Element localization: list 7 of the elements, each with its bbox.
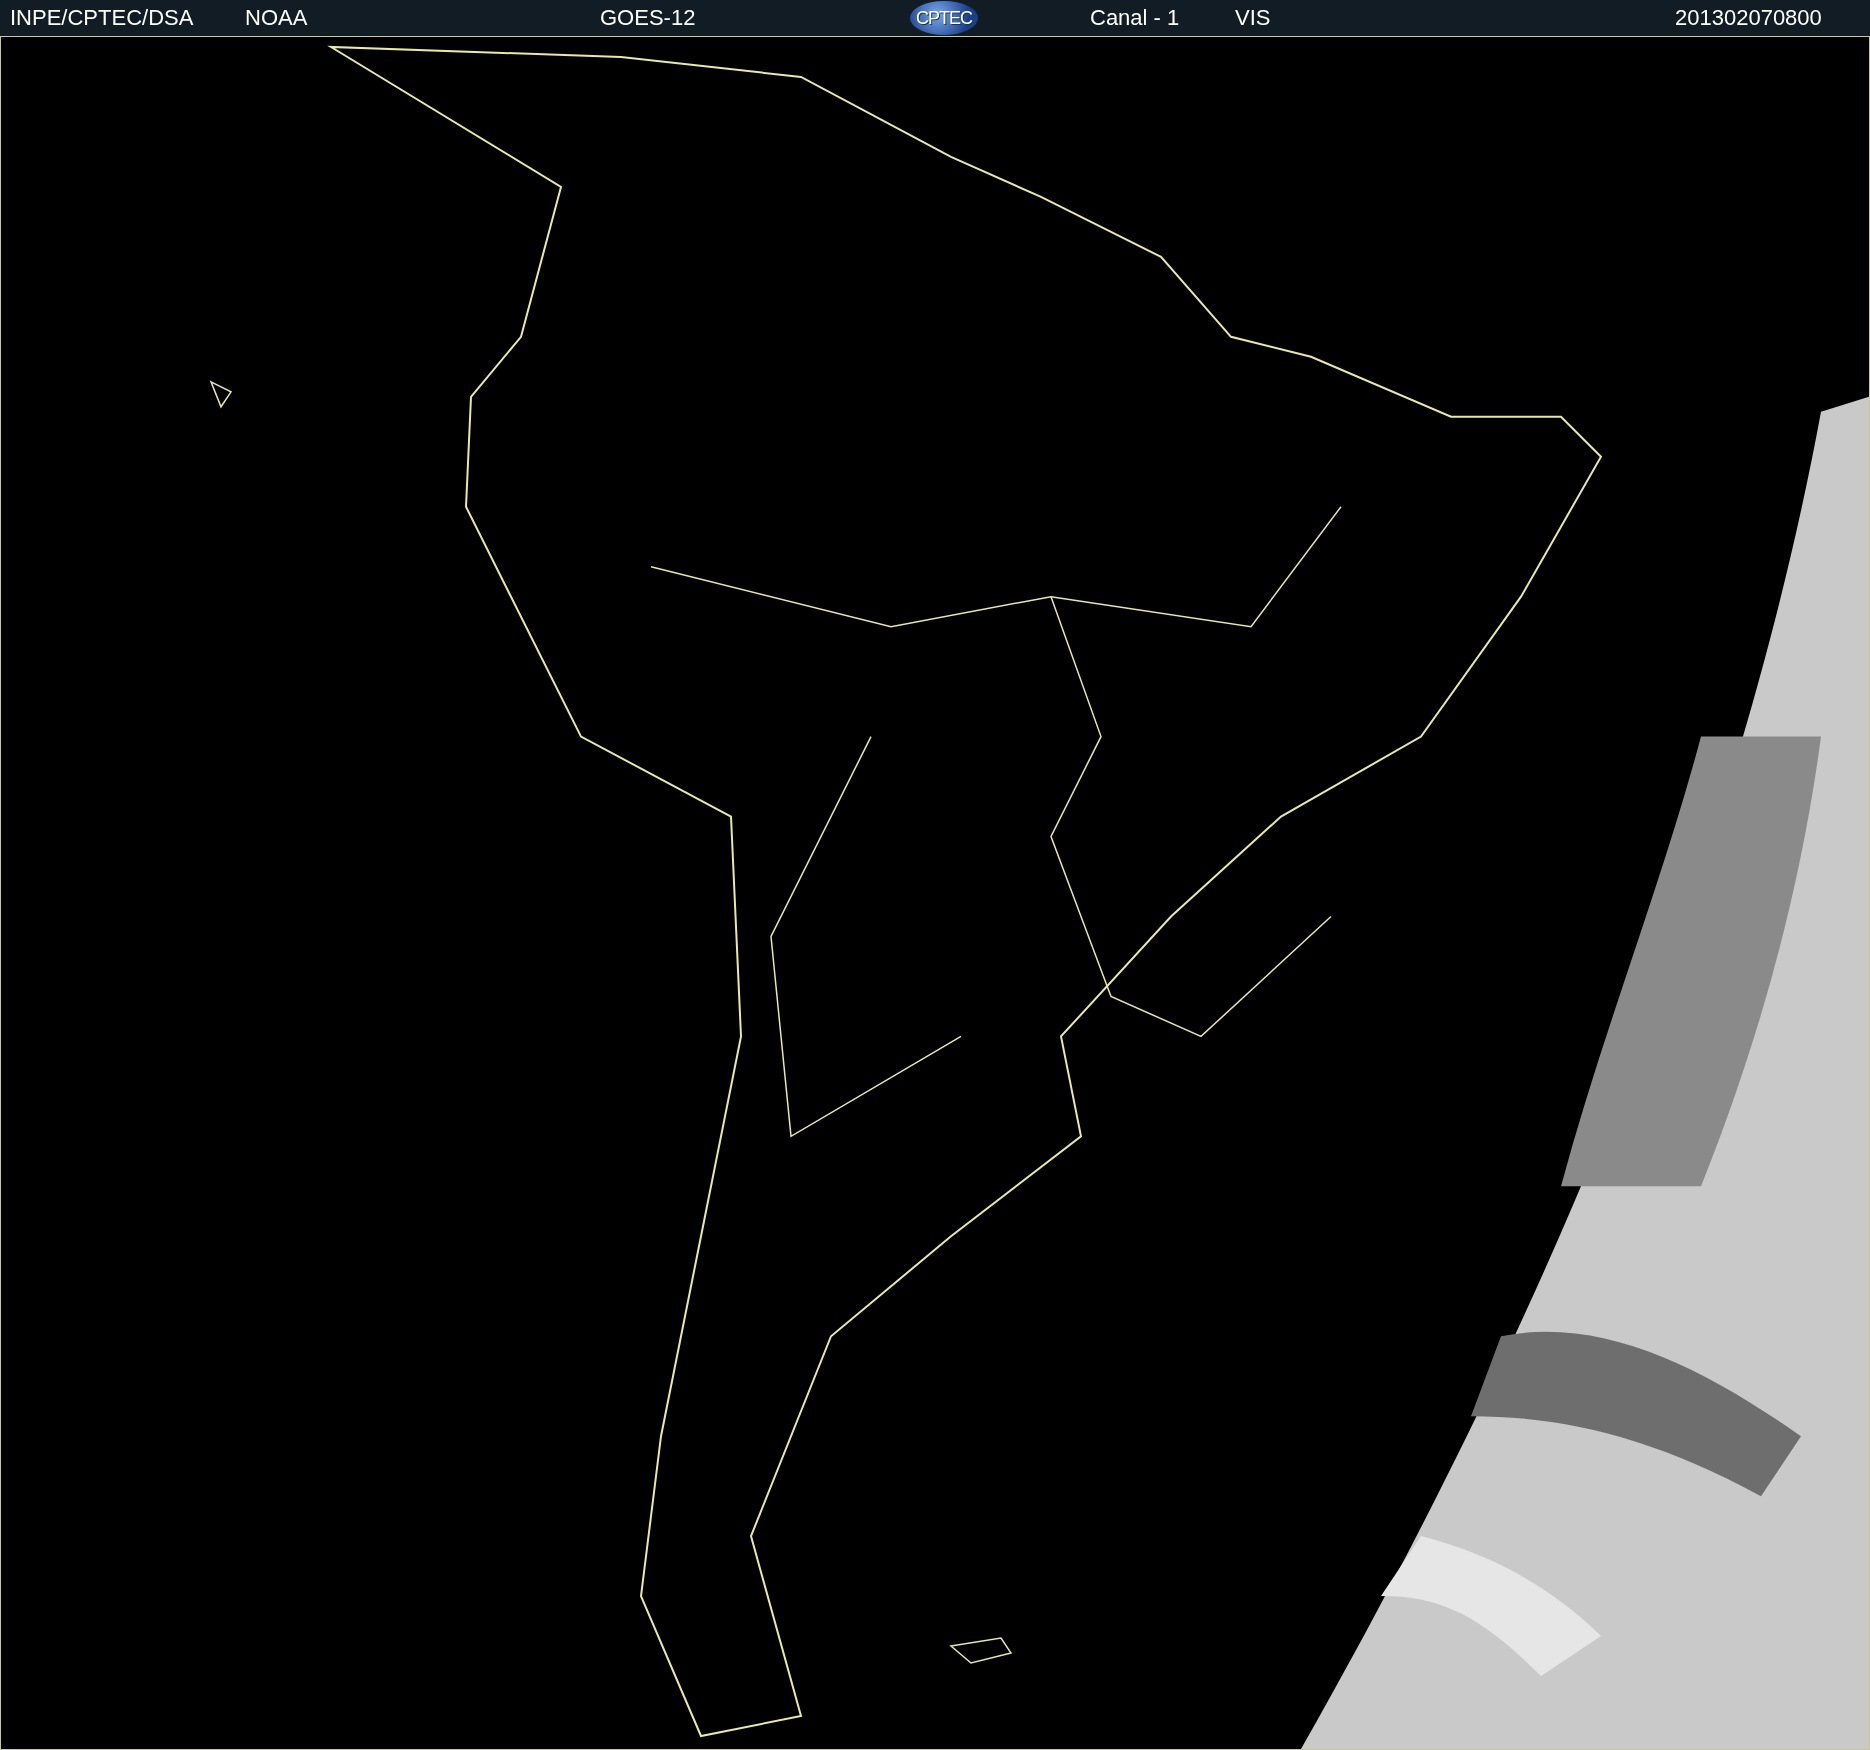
timestamp-label: 201302070800 [1675, 5, 1822, 31]
satellite-label: GOES-12 [600, 5, 696, 31]
source-label: INPE/CPTEC/DSA [10, 5, 194, 31]
logo: CPTEC [910, 1, 978, 35]
channel-label: Canal - 1 [1089, 5, 1180, 31]
band-label: VIS [1235, 5, 1271, 31]
agency-label: NOAA [245, 5, 308, 31]
